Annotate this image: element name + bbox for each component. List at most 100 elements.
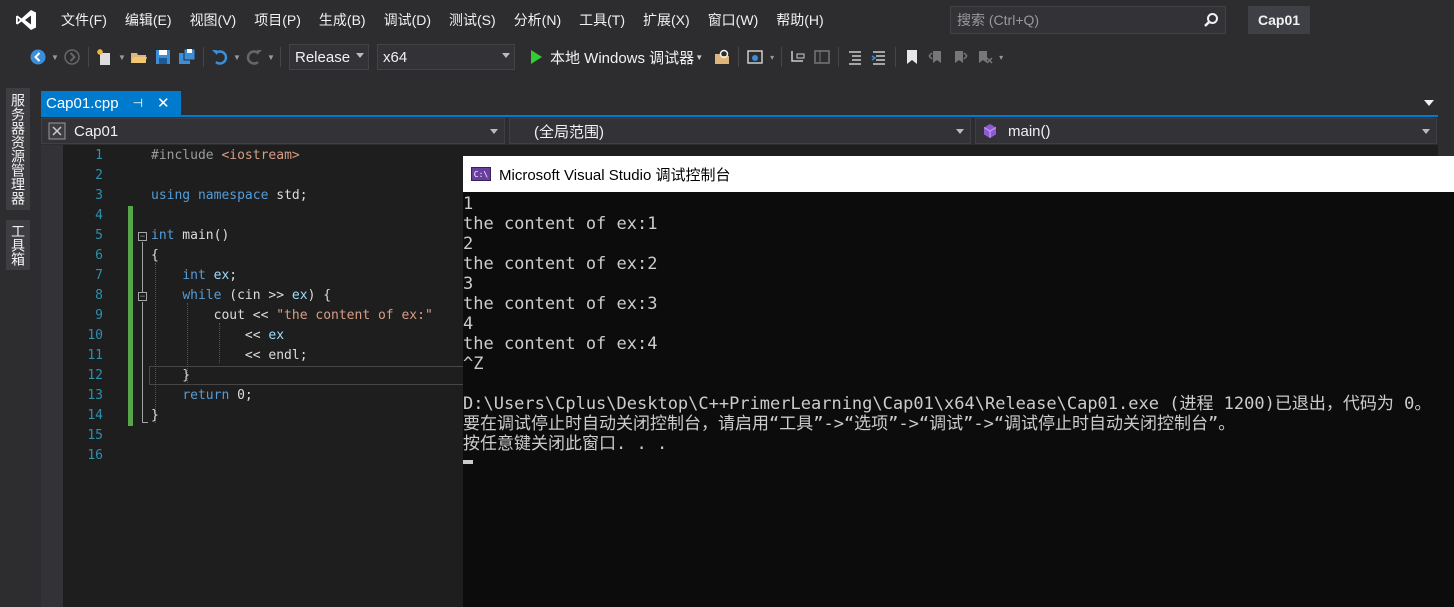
line-number: 5 <box>95 228 103 243</box>
browser-link-icon[interactable] <box>744 46 766 68</box>
debugger-dropdown-icon[interactable]: ▼ <box>694 46 704 68</box>
collapse-region-icon[interactable]: − <box>138 232 147 241</box>
menu-test[interactable]: 测试(S) <box>440 0 505 40</box>
toolbar-options-icon[interactable]: ▾ <box>996 46 1006 68</box>
menu-project[interactable]: 项目(P) <box>245 0 310 40</box>
code-line: { <box>151 248 159 263</box>
play-icon <box>531 50 542 64</box>
navigate-forward-icon[interactable] <box>61 46 83 68</box>
menu-help[interactable]: 帮助(H) <box>767 0 832 40</box>
step-into-icon[interactable] <box>787 46 809 68</box>
search-box <box>950 6 1226 34</box>
line-number: 8 <box>95 288 103 303</box>
search-input[interactable] <box>951 12 1197 28</box>
console-line: the content of ex:4 <box>463 334 658 354</box>
uncomment-lines-icon[interactable] <box>868 46 890 68</box>
toolbar-separator <box>88 47 89 67</box>
document-tab-cap01-cpp[interactable]: Cap01.cpp ⊣ ✕ <box>41 91 181 115</box>
close-icon[interactable]: ✕ <box>157 94 170 112</box>
line-number: 16 <box>87 448 103 463</box>
collapse-region-icon[interactable]: − <box>138 292 147 301</box>
toolbar-separator <box>895 47 897 67</box>
start-debugging-button[interactable]: 本地 Windows 调试器 ▼ <box>525 44 710 70</box>
search-icon[interactable] <box>1197 7 1225 33</box>
visual-studio-logo-icon[interactable] <box>0 0 52 40</box>
tab-overflow-chevron-down-icon[interactable] <box>1424 100 1434 106</box>
editor-margin <box>41 145 63 607</box>
console-line: 1 <box>463 194 474 214</box>
menu-bar: 文件(F) 编辑(E) 视图(V) 项目(P) 生成(B) 调试(D) 测试(S… <box>0 0 1454 40</box>
chevron-down-icon <box>490 129 498 134</box>
type-scope-value: (全局范围) <box>534 123 604 141</box>
toolbox-tab[interactable]: 工具箱 <box>6 220 30 270</box>
solution-platform-select[interactable]: x64 <box>377 44 515 70</box>
console-app-icon: C:\ <box>471 167 491 181</box>
new-item-dropdown-icon[interactable]: ▼ <box>117 46 127 68</box>
code-line: << endl; <box>151 348 308 363</box>
menu-build[interactable]: 生成(B) <box>310 0 375 40</box>
fold-region-end <box>142 422 148 423</box>
project-scope-select[interactable]: Cap01 <box>41 118 505 144</box>
code-line: } <box>151 408 159 423</box>
debug-console-window[interactable]: C:\ Microsoft Visual Studio 调试控制台 1 the … <box>463 156 1454 607</box>
line-number: 11 <box>87 348 103 363</box>
console-output[interactable]: 1 the content of ex:1 2 the content of e… <box>463 194 1454 464</box>
line-number: 4 <box>95 208 103 223</box>
menu-edit[interactable]: 编辑(E) <box>116 0 181 40</box>
toggle-pane-icon[interactable] <box>811 46 833 68</box>
console-titlebar[interactable]: C:\ Microsoft Visual Studio 调试控制台 <box>463 156 1454 192</box>
menu-tools[interactable]: 工具(T) <box>570 0 634 40</box>
chevron-down-icon <box>356 53 364 58</box>
change-tracking-bar <box>128 206 133 426</box>
undo-dropdown-icon[interactable]: ▼ <box>232 46 242 68</box>
menu-analyze[interactable]: 分析(N) <box>505 0 570 40</box>
menu-file[interactable]: 文件(F) <box>52 0 116 40</box>
platform-value: x64 <box>383 48 408 66</box>
undo-icon[interactable] <box>209 46 231 68</box>
find-in-files-icon[interactable] <box>711 46 733 68</box>
toggle-bookmark-icon[interactable] <box>901 46 923 68</box>
toolbar-separator <box>280 47 281 67</box>
pin-icon[interactable]: ⊣ <box>133 96 143 110</box>
line-number: 15 <box>87 428 103 443</box>
document-tab-label: Cap01.cpp <box>46 94 119 112</box>
console-line: D:\Users\Cplus\Desktop\C++PrimerLearning… <box>463 394 1432 414</box>
cpp-project-icon <box>46 122 68 140</box>
toolbar-separator <box>838 47 840 67</box>
browser-link-dropdown-icon[interactable]: ▾ <box>767 46 777 68</box>
comment-lines-icon[interactable] <box>844 46 866 68</box>
open-file-icon[interactable] <box>128 46 150 68</box>
menu-view[interactable]: 视图(V) <box>181 0 246 40</box>
redo-icon[interactable] <box>243 46 265 68</box>
new-item-icon[interactable] <box>94 46 116 68</box>
toolbar-separator <box>738 47 740 67</box>
type-scope-select[interactable]: (全局范围) <box>509 118 971 144</box>
navigate-back-dropdown-icon[interactable]: ▼ <box>50 46 60 68</box>
console-cursor <box>463 460 473 464</box>
line-number: 2 <box>95 168 103 183</box>
member-scope-select[interactable]: main() <box>975 118 1437 144</box>
save-all-icon[interactable] <box>176 46 198 68</box>
console-line: the content of ex:3 <box>463 294 658 314</box>
menu-debug[interactable]: 调试(D) <box>375 0 440 40</box>
line-number: 14 <box>87 408 103 423</box>
previous-bookmark-icon[interactable] <box>925 46 947 68</box>
clear-bookmarks-icon[interactable] <box>973 46 995 68</box>
line-number: 13 <box>87 388 103 403</box>
menu-extensions[interactable]: 扩展(X) <box>634 0 699 40</box>
console-line: the content of ex:2 <box>463 254 658 274</box>
redo-dropdown-icon[interactable]: ▼ <box>266 46 276 68</box>
menu-window[interactable]: 窗口(W) <box>699 0 768 40</box>
project-name-badge: Cap01 <box>1248 6 1311 34</box>
debugger-label: 本地 Windows 调试器 <box>550 49 695 67</box>
console-line: 3 <box>463 274 474 294</box>
chevron-down-icon <box>502 53 510 58</box>
server-explorer-tab[interactable]: 服务器资源管理器 <box>6 88 30 210</box>
save-icon[interactable] <box>152 46 174 68</box>
console-line: 4 <box>463 314 474 334</box>
next-bookmark-icon[interactable] <box>949 46 971 68</box>
console-line: 按任意键关闭此窗口. . . <box>463 434 668 454</box>
navigate-back-icon[interactable] <box>27 46 49 68</box>
solution-configuration-select[interactable]: Release <box>289 44 369 70</box>
